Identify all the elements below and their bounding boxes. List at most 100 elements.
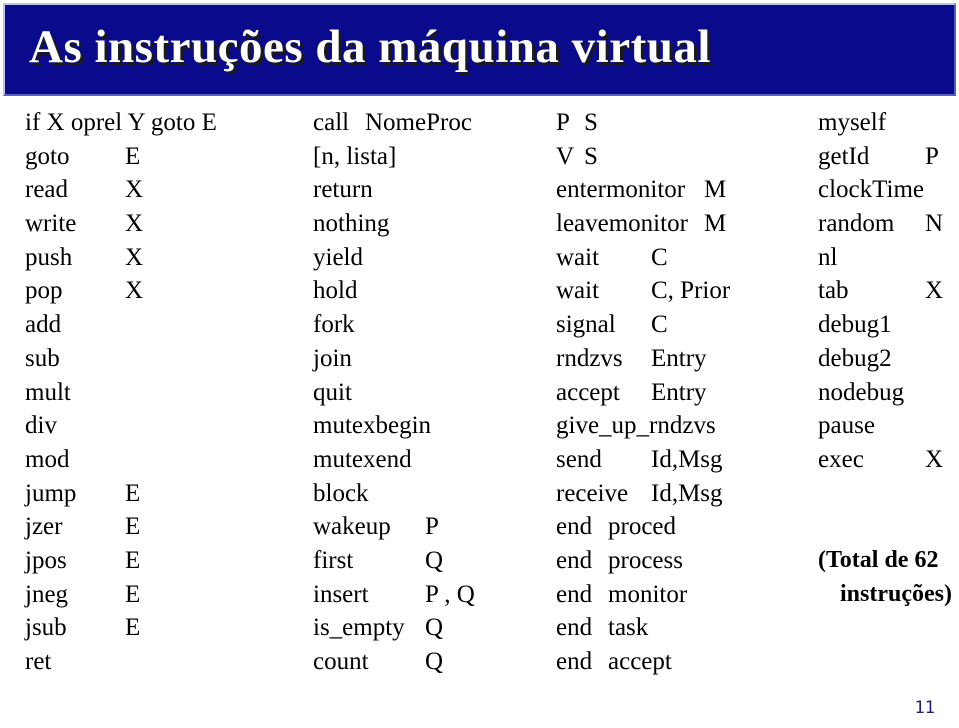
instruction-row: quit — [313, 376, 543, 410]
instruction-opcode: pop — [25, 277, 63, 305]
instruction-row: give_up_rndzvs — [556, 409, 806, 443]
instruction-opcode: mutexend — [313, 445, 412, 473]
instruction-opcode: jpos — [25, 546, 67, 574]
instruction-opcode: quit — [313, 378, 352, 406]
instruction-opcode: nodebug — [818, 378, 905, 406]
instruction-row: entermonitor M — [556, 173, 806, 207]
instruction-opcode: insert — [313, 580, 369, 608]
instruction-opcode: goto — [25, 142, 70, 170]
instruction-column-3: P S V Sentermonitor Mleavemonitor Mwait Cwait C… — [556, 106, 806, 679]
instruction-opcode: read — [25, 176, 69, 204]
instruction-opcode: clockTime — [818, 176, 925, 204]
instruction-column-1: if X oprel Y goto E goto Eread Xwrite Xpush X… — [25, 106, 295, 679]
instruction-row: fork — [313, 308, 543, 342]
instruction-operand: monitor — [608, 580, 688, 608]
instruction-operand: P — [425, 513, 439, 541]
instruction-row: PS — [556, 106, 806, 140]
instruction-row: wait C, Prior — [556, 274, 806, 308]
instruction-row: leavemonitor M — [556, 207, 806, 241]
instruction-column-4: myself getId PclockTime random Nnl tab Xdebug1… — [818, 106, 959, 679]
instruction-operand: Id,Msg — [651, 479, 723, 507]
instruction-row — [818, 645, 959, 679]
instruction-opcode: first — [313, 546, 354, 574]
instruction-opcode: fork — [313, 311, 355, 339]
instruction-row: nothing — [313, 207, 543, 241]
instruction-row: push X — [25, 241, 295, 275]
instruction-row: block — [313, 477, 543, 511]
instruction-row: debug2 — [818, 342, 959, 376]
instruction-operand: E — [125, 479, 141, 507]
instruction-row: end process — [556, 544, 806, 578]
instruction-opcode: jump — [25, 479, 77, 507]
instruction-row: wakeup P — [313, 510, 543, 544]
instruction-row: if X oprel Y goto E — [25, 106, 295, 140]
instruction-operand: S — [584, 109, 598, 136]
instruction-opcode: pause — [818, 412, 875, 440]
instruction-opcode: push — [25, 243, 73, 271]
instruction-row: jsub E — [25, 611, 295, 645]
instruction-operand: S — [584, 142, 598, 170]
instruction-opcode: tab — [818, 277, 849, 305]
instruction-row: first Q — [313, 544, 543, 578]
instruction-row — [818, 477, 959, 511]
instruction-row: jneg E — [25, 578, 295, 612]
instruction-opcode: end — [556, 614, 593, 642]
instruction-opcode: join — [313, 344, 352, 372]
instruction-opcode: [n, lista] — [313, 142, 397, 170]
instruction-opcode: debug2 — [818, 344, 892, 372]
total-instructions-note: (Total de 62 — [818, 546, 939, 573]
instruction-operand: N — [925, 210, 944, 238]
instruction-row: rndzvs Entry — [556, 342, 806, 376]
instruction-operand: P — [925, 142, 939, 170]
instruction-operand: X — [125, 210, 144, 238]
instruction-opcode: hold — [313, 277, 358, 305]
instruction-operand: X — [125, 277, 144, 305]
instruction-operand: E — [125, 580, 141, 608]
instruction-row: clockTime — [818, 173, 959, 207]
instruction-opcode: ret — [25, 648, 52, 675]
instruction-opcode: send — [556, 445, 602, 473]
instruction-row: signal C — [556, 308, 806, 342]
instruction-row: count Q — [313, 645, 543, 679]
instruction-operand: X — [925, 445, 944, 473]
instruction-opcode: debug1 — [818, 311, 892, 339]
instruction-row: nl — [818, 241, 959, 275]
instruction-row: insert P , Q — [313, 578, 543, 612]
instruction-row: join — [313, 342, 543, 376]
instruction-operand: E — [125, 513, 141, 541]
instruction-row: receive Id,Msg — [556, 477, 806, 511]
instruction-row: instruções) — [818, 578, 959, 612]
instruction-row — [818, 611, 959, 645]
instruction-row: jzer E — [25, 510, 295, 544]
instruction-row: end proced — [556, 510, 806, 544]
instruction-opcode: nl — [818, 243, 838, 271]
instruction-operand: E — [125, 546, 141, 574]
instruction-opcode: end — [556, 513, 593, 541]
instruction-operand: Q — [425, 614, 444, 642]
instruction-opcode: mutexbegin — [313, 412, 432, 440]
instruction-opcode: yield — [313, 243, 363, 271]
instruction-opcode: jneg — [25, 580, 69, 608]
instruction-row: wait C — [556, 241, 806, 275]
instruction-operand: X — [925, 277, 944, 305]
total-instructions-note: instruções) — [840, 580, 952, 607]
instruction-row: call NomeProc — [313, 106, 543, 140]
instruction-operand: NomeProc — [365, 109, 472, 136]
instruction-opcode: mod — [25, 445, 70, 473]
instruction-row: debug1 — [818, 308, 959, 342]
instruction-operand: Id,Msg — [651, 445, 723, 473]
instruction-operand: accept — [608, 648, 672, 675]
instruction-row: div — [25, 409, 295, 443]
instruction-operand: Q — [425, 546, 444, 574]
instruction-opcode: count — [313, 648, 369, 675]
instruction-table: if X oprel Y goto E goto Eread Xwrite Xpush X… — [0, 106, 959, 696]
instruction-column-2: call NomeProc [n, lista] return nothing yield… — [313, 106, 543, 679]
instruction-opcode: myself — [818, 109, 887, 136]
instruction-row: goto E — [25, 140, 295, 174]
instruction-operand: C, Prior — [651, 277, 731, 305]
instruction-row: [n, lista] — [313, 140, 543, 174]
instruction-opcode: give_up_rndzvs — [556, 412, 716, 440]
instruction-opcode: wakeup — [313, 513, 391, 541]
instruction-row: is_empty Q — [313, 611, 543, 645]
instruction-operand: Entry — [651, 344, 707, 372]
